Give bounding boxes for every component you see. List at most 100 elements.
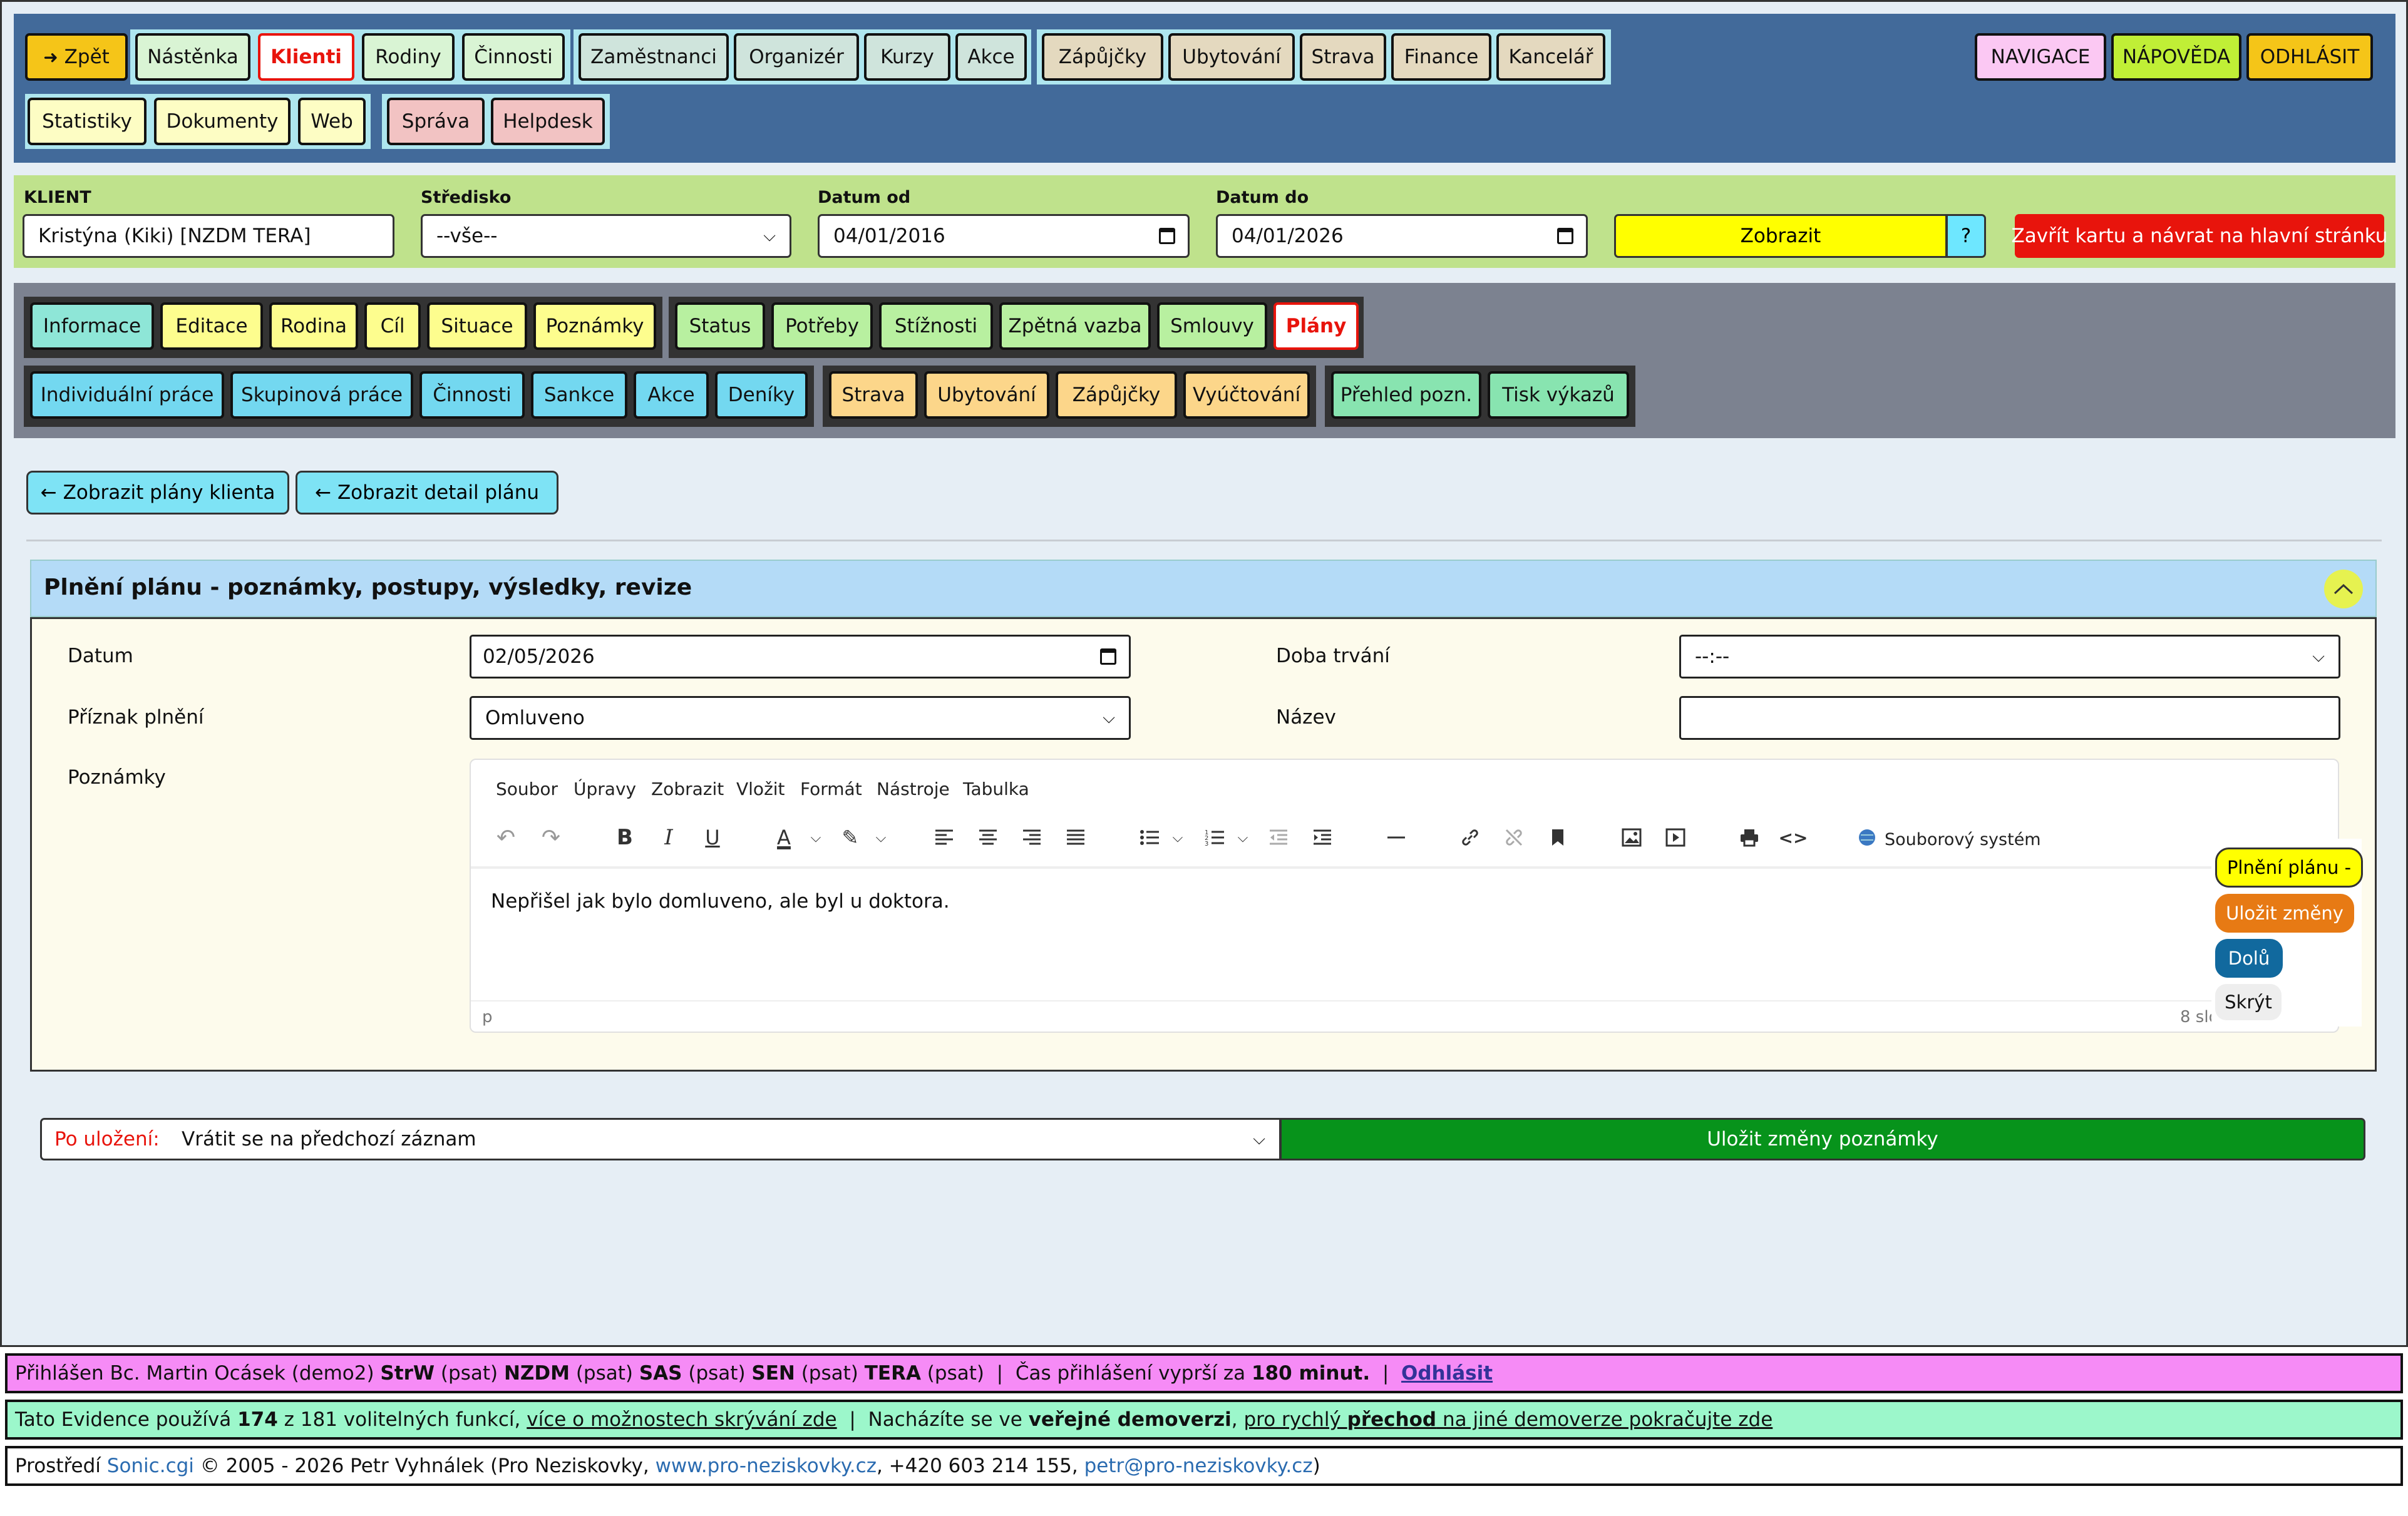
- show-plan-detail-button[interactable]: ← Zobrazit detail plánu: [296, 471, 558, 515]
- sonic-link[interactable]: Sonic.cgi: [107, 1455, 194, 1477]
- tab-status[interactable]: Status: [675, 302, 765, 350]
- tab-poznamky[interactable]: Poznámky: [533, 302, 656, 350]
- unlink-icon[interactable]: [1501, 825, 1526, 850]
- horizontal-line-icon[interactable]: [1384, 825, 1409, 850]
- indent-icon[interactable]: [1310, 825, 1335, 850]
- menu-nastroje[interactable]: Nástroje: [877, 779, 950, 799]
- nav-akce[interactable]: Akce: [955, 33, 1027, 81]
- nav-web[interactable]: Web: [298, 98, 366, 145]
- text-color-icon[interactable]: A: [770, 824, 798, 851]
- nav-rodiny[interactable]: Rodiny: [362, 33, 455, 81]
- menu-vlozit[interactable]: Vložit: [736, 779, 785, 799]
- tab-zapujcky[interactable]: Zápůjčky: [1056, 371, 1177, 419]
- collapse-chevron-icon[interactable]: [2324, 570, 2363, 608]
- tab-situace[interactable]: Situace: [427, 302, 527, 350]
- media-icon[interactable]: [1663, 825, 1688, 850]
- logout-link[interactable]: Odhlásit: [1401, 1362, 1493, 1385]
- align-left-icon[interactable]: [932, 825, 957, 850]
- float-save-button[interactable]: Uložit změny: [2215, 894, 2354, 933]
- nav-organizer[interactable]: Organizér: [734, 33, 859, 81]
- align-justify-icon[interactable]: [1063, 825, 1088, 850]
- nav-sprava[interactable]: Správa: [387, 98, 485, 145]
- save-note-button[interactable]: Uložit změny poznámky: [1280, 1118, 2365, 1160]
- tab-individualni-prace[interactable]: Individuální práce: [30, 371, 224, 419]
- nav-klienti[interactable]: Klienti: [258, 33, 354, 81]
- nav-kancelar[interactable]: Kancelář: [1496, 33, 1605, 81]
- date-to-input[interactable]: 04/01/2026: [1216, 214, 1588, 258]
- tab-prehled-pozn[interactable]: Přehled pozn.: [1331, 371, 1481, 419]
- align-center-icon[interactable]: [975, 825, 1001, 850]
- align-right-icon[interactable]: [1019, 825, 1044, 850]
- napoveda-button[interactable]: NÁPOVĚDA: [2111, 33, 2241, 81]
- nav-zapujcky[interactable]: Zápůjčky: [1042, 33, 1163, 81]
- nav-strava[interactable]: Strava: [1300, 33, 1386, 81]
- filesystem-button[interactable]: Souborový systém: [1885, 830, 2041, 849]
- float-down-button[interactable]: Dolů: [2215, 939, 2283, 978]
- tab-sankce[interactable]: Sankce: [531, 371, 627, 419]
- nav-kurzy[interactable]: Kurzy: [864, 33, 950, 81]
- tab-cil[interactable]: Cíl: [364, 302, 421, 350]
- menu-format[interactable]: Formát: [800, 779, 862, 799]
- name-input[interactable]: [1679, 696, 2340, 740]
- flag-select[interactable]: Omluveno ⌵: [470, 696, 1131, 740]
- bookmark-icon[interactable]: [1545, 825, 1570, 850]
- tab-plany[interactable]: Plány: [1273, 302, 1359, 350]
- menu-tabulka[interactable]: Tabulka: [963, 779, 1029, 799]
- client-field[interactable]: Kristýna (Kiki) [NZDM TERA]: [23, 214, 394, 258]
- website-link[interactable]: www.pro-neziskovky.cz: [656, 1455, 877, 1477]
- tab-strava[interactable]: Strava: [829, 371, 918, 419]
- redo-icon[interactable]: ↷: [537, 824, 565, 851]
- nav-ubytovani[interactable]: Ubytování: [1168, 33, 1295, 81]
- demo-switch-link[interactable]: pro rychlý přechod na jiné demoverze pok…: [1243, 1408, 1773, 1431]
- chevron-down-icon[interactable]: ⌵: [806, 825, 825, 850]
- outdent-icon[interactable]: [1266, 825, 1291, 850]
- hiding-options-link[interactable]: více o možnostech skrývání zde: [527, 1408, 836, 1431]
- tab-deniky[interactable]: Deníky: [715, 371, 808, 419]
- source-code-icon[interactable]: <>: [1779, 825, 1808, 850]
- menu-zobrazit[interactable]: Zobrazit: [651, 779, 724, 799]
- nav-dokumenty[interactable]: Dokumenty: [154, 98, 291, 145]
- email-link[interactable]: petr@pro-neziskovky.cz: [1084, 1455, 1313, 1477]
- chevron-down-icon[interactable]: ⌵: [872, 825, 890, 850]
- tab-smlouvy[interactable]: Smlouvy: [1157, 302, 1267, 350]
- nav-cinnosti[interactable]: Činnosti: [462, 33, 565, 81]
- date-from-input[interactable]: 04/01/2016: [818, 214, 1190, 258]
- editor-content[interactable]: Nepřišel jak bylo domluveno, ale byl u d…: [491, 890, 950, 913]
- float-plan-button[interactable]: Plnění plánu -: [2215, 848, 2363, 888]
- tab-informace[interactable]: Informace: [30, 302, 154, 350]
- bullet-list-icon[interactable]: [1137, 825, 1162, 850]
- tab-zpetna-vazba[interactable]: Zpětná vazba: [999, 302, 1151, 350]
- highlight-color-icon[interactable]: ✎: [836, 824, 864, 851]
- back-button[interactable]: ➜ Zpět: [25, 33, 128, 81]
- show-button[interactable]: Zobrazit: [1614, 214, 1947, 258]
- tab-editace[interactable]: Editace: [160, 302, 263, 350]
- nav-zamestnanci[interactable]: Zaměstnanci: [579, 33, 729, 81]
- tab-vyuctovani[interactable]: Vyúčtování: [1183, 371, 1310, 419]
- odhlasit-button[interactable]: ODHLÁSIT: [2246, 33, 2373, 81]
- tab-ubytovani[interactable]: Ubytování: [924, 371, 1049, 419]
- tab-cinnosti[interactable]: Činnosti: [419, 371, 525, 419]
- image-icon[interactable]: [1619, 825, 1644, 850]
- close-card-button[interactable]: Zavřít kartu a návrat na hlavní stránku: [2012, 214, 2387, 258]
- nav-finance[interactable]: Finance: [1391, 33, 1491, 81]
- duration-select[interactable]: --:-- ⌵: [1679, 635, 2340, 679]
- float-hide-button[interactable]: Skrýt: [2215, 984, 2282, 1020]
- bold-icon[interactable]: B: [611, 824, 639, 851]
- italic-icon[interactable]: I: [655, 824, 682, 851]
- tab-akce[interactable]: Akce: [634, 371, 709, 419]
- print-icon[interactable]: [1737, 825, 1762, 850]
- undo-icon[interactable]: ↶: [492, 824, 520, 851]
- menu-upravy[interactable]: Úpravy: [574, 779, 636, 799]
- navigace-button[interactable]: NAVIGACE: [1975, 33, 2106, 81]
- nav-nastenka[interactable]: Nástěnka: [135, 33, 250, 81]
- tab-skupinova-prace[interactable]: Skupinová práce: [230, 371, 413, 419]
- chevron-down-icon[interactable]: ⌵: [1168, 825, 1187, 850]
- filesystem-icon[interactable]: [1855, 825, 1880, 850]
- after-save-select[interactable]: Vrátit se na předchozí záznam ⌵: [168, 1118, 1281, 1160]
- tab-tisk-vykazu[interactable]: Tisk výkazů: [1488, 371, 1629, 419]
- help-button[interactable]: ?: [1946, 214, 1986, 258]
- date-input[interactable]: 02/05/2026: [470, 635, 1131, 679]
- menu-soubor[interactable]: Soubor: [496, 779, 558, 799]
- nav-helpdesk[interactable]: Helpdesk: [491, 98, 605, 145]
- center-select[interactable]: --vše-- ⌵: [421, 214, 791, 258]
